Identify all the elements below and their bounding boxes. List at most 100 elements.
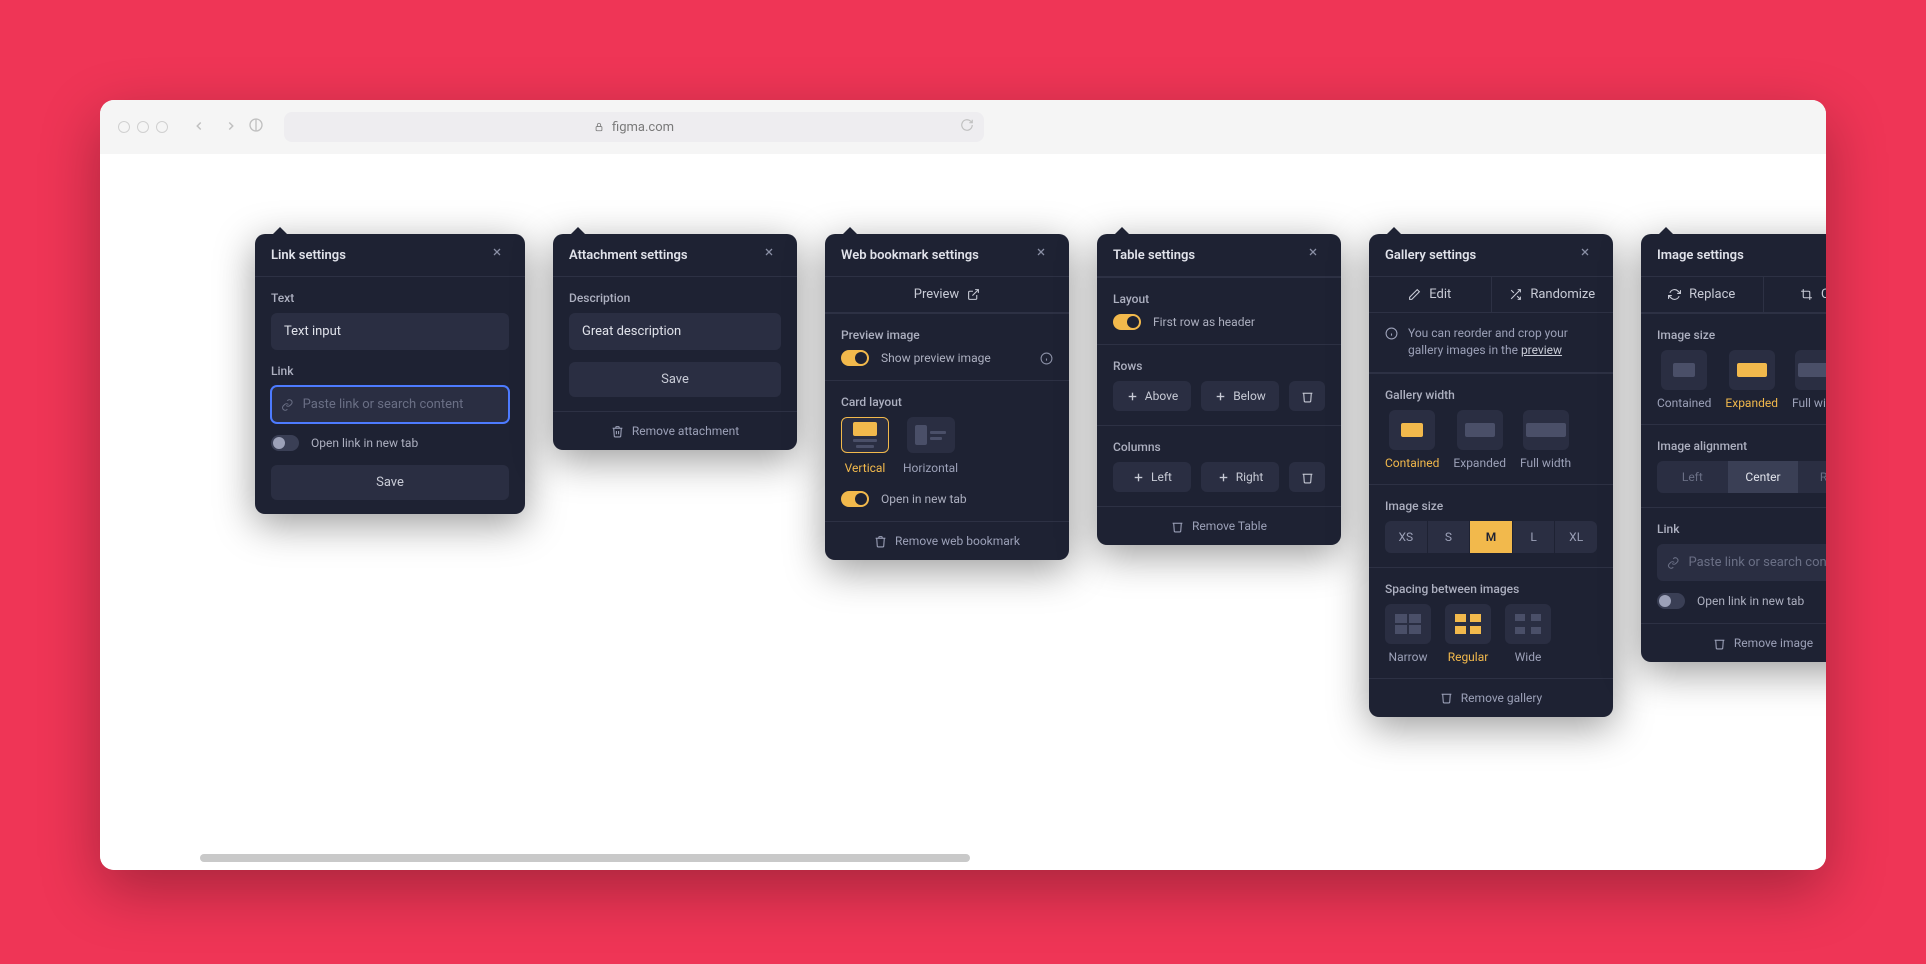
open-new-tab-toggle[interactable]	[271, 435, 299, 451]
open-new-tab-label: Open in new tab	[881, 492, 967, 506]
web-bookmark-settings-popover: Web bookmark settings Preview Preview im…	[825, 234, 1069, 560]
randomize-button[interactable]: Randomize	[1492, 277, 1614, 312]
size-m[interactable]: M	[1470, 521, 1513, 553]
open-new-tab-toggle[interactable]	[841, 491, 869, 507]
close-icon[interactable]	[1035, 246, 1053, 264]
columns-label: Columns	[1113, 440, 1325, 454]
preview-button[interactable]: Preview	[825, 277, 1069, 312]
url-bar[interactable]: figma.com	[284, 112, 984, 142]
link-icon	[281, 398, 294, 412]
browser-window: figma.com Link settings Text Link	[100, 100, 1826, 870]
remove-bookmark-button[interactable]: Remove web bookmark	[825, 521, 1069, 560]
gallery-settings-title: Gallery settings	[1385, 248, 1476, 263]
add-row-above-button[interactable]: Above	[1113, 381, 1191, 411]
align-right-option[interactable]: Right	[1798, 461, 1826, 493]
below-label: Below	[1233, 389, 1266, 403]
align-left-option[interactable]: Left	[1657, 461, 1728, 493]
preview-link[interactable]: preview	[1521, 343, 1562, 357]
show-preview-toggle[interactable]	[841, 350, 869, 366]
add-col-left-button[interactable]: Left	[1113, 462, 1191, 492]
align-center-option[interactable]: Center	[1728, 461, 1799, 493]
attachment-settings-title: Attachment settings	[569, 248, 688, 263]
link-label: Link	[1657, 522, 1826, 536]
link-icon	[1667, 556, 1679, 570]
open-new-tab-label: Open link in new tab	[1697, 594, 1804, 608]
replace-button[interactable]: Replace	[1641, 277, 1764, 312]
image-settings-title: Image settings	[1657, 248, 1744, 263]
layout-horizontal-option[interactable]: Horizontal	[903, 417, 958, 475]
spacing-narrow-option[interactable]: Narrow	[1385, 604, 1431, 664]
traffic-minimize[interactable]	[137, 121, 149, 133]
width-full-option[interactable]: Full width	[1520, 410, 1571, 470]
size-contained-option[interactable]: Contained	[1657, 350, 1711, 410]
size-l[interactable]: L	[1513, 521, 1556, 553]
width-expanded-option[interactable]: Expanded	[1453, 410, 1506, 470]
link-url-input-wrap[interactable]	[271, 386, 509, 423]
link-url-input[interactable]	[302, 390, 499, 419]
gallery-settings-popover: Gallery settings Edit Randomize You can …	[1369, 234, 1613, 717]
back-button[interactable]	[192, 118, 206, 137]
traffic-maximize[interactable]	[156, 121, 168, 133]
info-icon[interactable]	[1040, 352, 1053, 365]
close-icon[interactable]	[1579, 246, 1597, 264]
link-text-input[interactable]	[271, 313, 509, 350]
reader-icon[interactable]	[248, 117, 264, 137]
crop-icon	[1800, 288, 1813, 301]
external-link-icon	[967, 288, 980, 301]
add-row-below-button[interactable]: Below	[1201, 381, 1279, 411]
trash-icon	[1171, 520, 1184, 533]
web-bookmark-title: Web bookmark settings	[841, 248, 979, 263]
image-link-input[interactable]	[1687, 548, 1826, 577]
spacing-wide-option[interactable]: Wide	[1505, 604, 1551, 664]
size-xs[interactable]: XS	[1385, 521, 1428, 553]
page-canvas: Link settings Text Link Open link in new…	[100, 154, 1826, 870]
size-full-option[interactable]: Full width	[1792, 350, 1826, 410]
randomize-label: Randomize	[1530, 287, 1595, 302]
horizontal-scrollbar[interactable]	[200, 854, 970, 862]
plus-icon	[1126, 390, 1139, 403]
save-button[interactable]: Save	[271, 465, 509, 500]
spacing-regular-option[interactable]: Regular	[1445, 604, 1491, 664]
add-col-right-button[interactable]: Right	[1201, 462, 1279, 492]
url-text: figma.com	[612, 120, 674, 135]
edit-button[interactable]: Edit	[1369, 277, 1492, 312]
table-settings-popover: Table settings Layout First row as heade…	[1097, 234, 1341, 545]
width-contained-option[interactable]: Contained	[1385, 410, 1439, 470]
crop-button[interactable]: Crop	[1764, 277, 1827, 312]
remove-table-button[interactable]: Remove Table	[1097, 506, 1341, 545]
traffic-close[interactable]	[118, 121, 130, 133]
remove-image-button[interactable]: Remove image	[1641, 623, 1826, 662]
info-icon	[1385, 327, 1398, 340]
plus-icon	[1217, 471, 1230, 484]
size-s[interactable]: S	[1428, 521, 1471, 553]
remove-gallery-button[interactable]: Remove gallery	[1369, 678, 1613, 717]
size-xl[interactable]: XL	[1555, 521, 1597, 553]
close-icon[interactable]	[763, 246, 781, 264]
save-button[interactable]: Save	[569, 362, 781, 397]
trash-icon	[1301, 390, 1314, 403]
image-link-input-wrap[interactable]	[1657, 544, 1826, 581]
image-size-label: Image size	[1657, 328, 1826, 342]
replace-label: Replace	[1689, 287, 1735, 302]
layout-label: Layout	[1113, 292, 1325, 306]
delete-col-button[interactable]	[1289, 462, 1325, 492]
first-row-header-toggle[interactable]	[1113, 314, 1141, 330]
close-icon[interactable]	[491, 246, 509, 264]
description-input[interactable]	[569, 313, 781, 350]
open-new-tab-toggle[interactable]	[1657, 593, 1685, 609]
reload-icon[interactable]	[960, 118, 974, 136]
image-settings-popover: Image settings Replace Crop Image size C…	[1641, 234, 1826, 662]
forward-button[interactable]	[224, 118, 238, 137]
size-expanded-option[interactable]: Expanded	[1725, 350, 1778, 410]
remove-attachment-button[interactable]: Remove attachment	[553, 411, 797, 450]
close-icon[interactable]	[1307, 246, 1325, 264]
open-new-tab-label: Open link in new tab	[311, 436, 418, 450]
pencil-icon	[1408, 288, 1421, 301]
rows-label: Rows	[1113, 359, 1325, 373]
delete-row-button[interactable]	[1289, 381, 1325, 411]
layout-vertical-option[interactable]: Vertical	[841, 417, 889, 475]
card-layout-label: Card layout	[841, 395, 1053, 409]
link-settings-title: Link settings	[271, 248, 346, 263]
left-label: Left	[1151, 470, 1172, 484]
table-settings-title: Table settings	[1113, 248, 1195, 263]
